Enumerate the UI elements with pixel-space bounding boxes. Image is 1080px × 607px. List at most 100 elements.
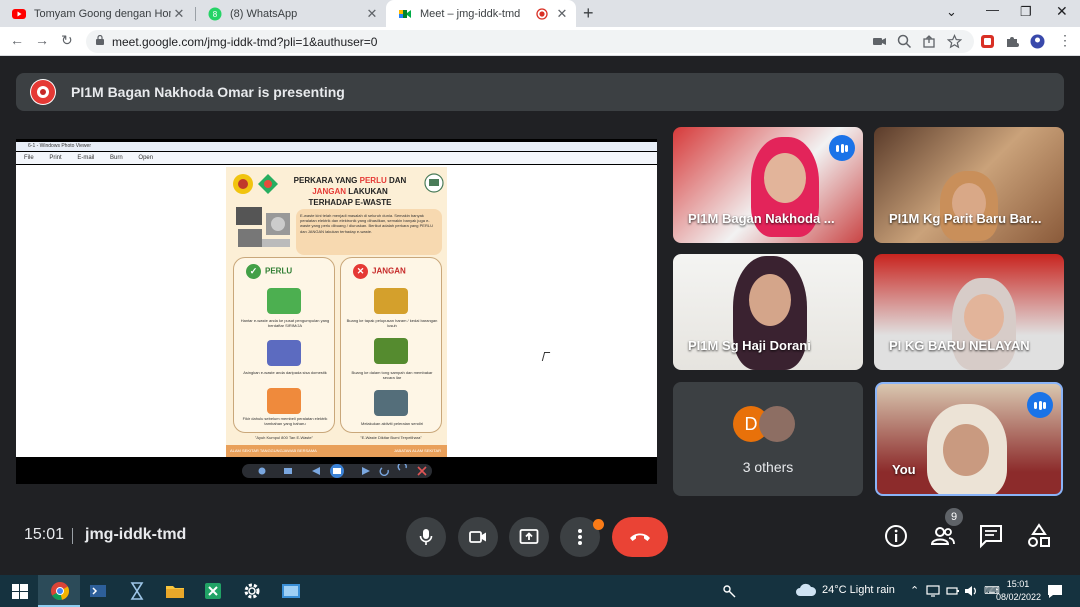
menu-email: E-mail [77,155,95,161]
meet-stage: PI1M Bagan Nakhoda Omar is presenting 6-… [0,56,1080,575]
url-text: meet.google.com/jmg-iddk-tmd?pli=1&authu… [112,35,378,49]
more-vert-icon [578,529,582,545]
perlu-step: Fikir dahulu sebelum membeli peralatan e… [242,416,328,426]
pen-workspace-icon[interactable] [718,580,740,602]
menu-kebab-icon[interactable]: ⋮ [1058,32,1072,49]
notification-dot [593,519,604,530]
meeting-code: jmg-iddk-tmd [85,526,187,543]
jangan-footer: "E-Waste Dikitar Bumi Terpelihara" [360,435,422,440]
microphone-icon [419,529,433,545]
camera-icon[interactable] [872,34,887,49]
meeting-details-icon[interactable] [883,523,909,549]
lock-icon [96,35,104,45]
file-explorer-icon[interactable] [164,580,186,602]
extension-red-icon[interactable] [980,34,995,49]
camera-button[interactable] [458,517,498,557]
photo-viewer-app-icon[interactable] [280,580,302,602]
tab-search-icon[interactable]: ⌄ [946,4,957,20]
address-bar[interactable]: meet.google.com/jmg-iddk-tmd?pli=1&authu… [86,30,974,53]
participant-tile[interactable]: PI1M Kg Parit Baru Bar... [874,127,1064,243]
settings-gear-icon[interactable] [241,580,263,602]
taskbar-clock[interactable]: 15:01 08/02/2022 [996,578,1042,604]
others-avatar-photo [759,406,795,442]
burning-bin-icon [374,338,408,364]
poster-title: PERKARA YANG PERLU DAN JANGAN LAKUKAN TE… [280,175,420,208]
poster-footer-right: JABATAN ALAM SEKITAR [393,448,441,453]
tab-whatsapp[interactable]: 8 (8) WhatsApp ✕ [196,0,386,27]
google-meet-icon [399,9,411,18]
speaking-indicator-icon [1027,392,1053,418]
chat-icon[interactable] [978,523,1004,549]
reload-button[interactable]: ↻ [61,32,73,49]
browser-toolbar: ← → ↻ meet.google.com/jmg-iddk-tmd?pli=1… [0,27,1080,56]
clock-date: 08/02/2022 [996,592,1042,602]
presenting-text: PI1M Bagan Nakhoda Omar is presenting [71,84,345,100]
self-tile[interactable]: You [875,382,1063,496]
minimize-button[interactable]: — [986,2,999,17]
tab-youtube[interactable]: Tomyam Goong dengan Homem ✕ [0,0,193,27]
others-tile[interactable]: D 3 others [673,382,863,496]
excel-icon[interactable] [202,580,224,602]
back-button[interactable]: ← [10,32,24,48]
new-tab-button[interactable]: + [583,3,594,24]
close-window-button[interactable]: ✕ [1056,3,1068,20]
tab-meet[interactable]: Meet – jmg-iddk-tmd ✕ [386,0,576,27]
shared-screen: 6-1 - Windows Photo Viewer File Print E-… [16,139,657,484]
poster-title-perlu: PERLU [359,176,387,185]
youtube-icon [12,8,26,19]
participant-name: PI KG BARU NELAYAN [889,338,1030,353]
poster-footer: ALAM SEKITAR TANGGUNGJAWAB BERSAMA JABAT… [226,445,447,457]
laptop-badge-icon [424,173,444,193]
show-hidden-icons[interactable]: ⌃ [910,584,919,597]
microphone-button[interactable] [406,517,446,557]
check-icon: ✓ [246,264,261,279]
extensions-puzzle-icon[interactable] [1005,34,1020,49]
participant-tile[interactable]: PI1M Sg Haji Dorani [673,254,863,370]
chrome-icon[interactable] [49,580,71,602]
weather-text[interactable]: 24°C Light rain [822,584,895,596]
hourglass-app-icon[interactable] [126,580,148,602]
participant-name: PI1M Kg Parit Baru Bar... [889,211,1042,226]
self-name: You [892,462,916,477]
share-icon[interactable] [922,34,937,49]
leave-call-button[interactable] [612,517,668,557]
tab-title: (8) WhatsApp [230,7,298,20]
perlu-label: PERLU [265,266,293,276]
weather-cloud-icon[interactable] [795,581,817,599]
participant-face [749,274,791,326]
viewer-toolbar-icons [258,462,427,478]
battery-icon[interactable] [946,584,960,598]
activities-icon[interactable] [1026,523,1052,549]
terminal-app-icon[interactable] [87,580,109,602]
jangan-column: ✕ JANGAN Buang ke tapak pelupusan haram /… [340,257,442,433]
perlu-header: ✓ PERLU [246,264,292,279]
browser-tab-strip: Tomyam Goong dengan Homem ✕ 8 (8) WhatsA… [0,0,1080,27]
poster-title-part: TERHADAP E-WASTE [308,198,392,207]
participant-tile[interactable]: PI1M Bagan Nakhoda ... [673,127,863,243]
notification-center-icon[interactable] [1046,582,1064,600]
menu-open: Open [138,155,154,161]
menu-burn: Burn [110,155,123,161]
tab-title: Tomyam Goong dengan Homem [34,7,171,20]
present-screen-icon [519,529,539,544]
others-label: 3 others [742,459,794,475]
people-icon[interactable] [930,523,956,549]
close-tab-icon[interactable]: ✕ [364,6,380,22]
present-screen-button[interactable] [509,517,549,557]
jangan-header: ✕ JANGAN [353,264,406,279]
zoom-icon[interactable] [897,34,912,49]
poster-title-part: LAKUKAN [346,187,388,196]
participant-name: PI1M Bagan Nakhoda ... [688,211,835,226]
network-icon[interactable] [926,584,940,598]
close-tab-icon[interactable]: ✕ [554,6,570,22]
windows-start-icon[interactable] [9,580,31,602]
close-tab-icon[interactable]: ✕ [171,6,187,22]
recording-icon [536,7,548,20]
participant-tile[interactable]: PI KG BARU NELAYAN [874,254,1064,370]
volume-icon[interactable] [964,584,978,598]
forward-button[interactable]: → [35,32,49,48]
profile-avatar-icon[interactable] [1030,34,1045,49]
maximize-button[interactable]: ❐ [1020,4,1032,20]
star-icon[interactable] [947,34,962,49]
whatsapp-icon: 8 [208,7,222,20]
